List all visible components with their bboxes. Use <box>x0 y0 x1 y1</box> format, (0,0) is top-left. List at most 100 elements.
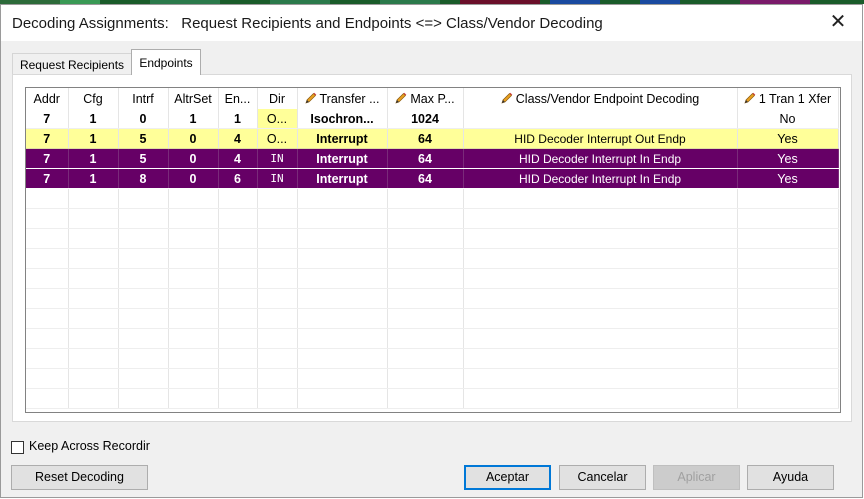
table-cell[interactable]: Yes <box>737 148 839 169</box>
table-cell[interactable]: 4 <box>218 128 258 149</box>
empty-cell <box>737 208 839 229</box>
table-cell[interactable]: 0 <box>168 148 219 169</box>
table-row[interactable]: 7 1 0 1 1 O... Isochron... 1024 No <box>26 109 839 129</box>
table-cell[interactable]: 0 <box>168 168 219 189</box>
empty-cell <box>168 308 219 329</box>
table-cell[interactable]: 1 <box>218 109 258 129</box>
table-row[interactable]: 7 1 5 0 4 IN Interrupt 64 HID Decoder Interrupt … <box>26 148 839 169</box>
empty-cell <box>737 348 839 369</box>
empty-cell <box>68 348 119 369</box>
column-header[interactable]: En... <box>218 88 258 109</box>
table-cell[interactable]: O... <box>257 109 298 129</box>
keep-across-checkbox[interactable] <box>11 441 24 454</box>
table-cell[interactable] <box>463 109 738 129</box>
table-cell[interactable]: No <box>737 109 839 129</box>
table-cell[interactable]: 1024 <box>387 109 464 129</box>
table-cell[interactable]: 7 <box>26 168 69 189</box>
column-header[interactable]: Class/Vendor Endpoint Decoding <box>463 88 738 109</box>
empty-cell <box>387 208 464 229</box>
table-cell[interactable]: 0 <box>168 128 219 149</box>
empty-cell <box>68 248 119 269</box>
table-cell[interactable]: 1 <box>68 148 119 169</box>
empty-cell <box>118 288 169 309</box>
grid-body: 7 1 0 1 1 O... Isochron... 1024 No 7 1 5 0 4 O... Inter… <box>26 109 839 409</box>
empty-cell <box>387 388 464 409</box>
empty-cell <box>218 288 258 309</box>
help-button[interactable]: Ayuda <box>747 465 834 490</box>
empty-cell <box>737 188 839 209</box>
table-cell[interactable]: HID Decoder Interrupt Out Endp <box>463 128 738 149</box>
table-cell[interactable]: IN <box>257 148 298 169</box>
empty-cell <box>68 208 119 229</box>
column-header[interactable]: Cfg <box>68 88 119 109</box>
column-header[interactable]: Addr <box>26 88 69 109</box>
column-header[interactable]: Intrf <box>118 88 169 109</box>
accept-button[interactable]: Aceptar <box>464 465 551 490</box>
table-cell[interactable]: 0 <box>118 109 169 129</box>
empty-row <box>26 388 839 409</box>
table-cell[interactable]: 1 <box>68 168 119 189</box>
table-cell[interactable]: IN <box>257 168 298 189</box>
table-cell[interactable]: 64 <box>387 148 464 169</box>
table-cell[interactable]: 4 <box>218 148 258 169</box>
tab-endpoints[interactable]: Endpoints <box>131 49 201 75</box>
table-cell[interactable]: 6 <box>218 168 258 189</box>
table-row[interactable]: 7 1 5 0 4 O... Interrupt 64 HID Decoder Interrup… <box>26 128 839 149</box>
tab-request-recipients[interactable]: Request Recipients <box>12 53 132 74</box>
empty-cell <box>297 388 388 409</box>
table-cell[interactable]: Interrupt <box>297 148 388 169</box>
empty-cell <box>168 348 219 369</box>
table-cell[interactable]: Yes <box>737 128 839 149</box>
empty-cell <box>218 248 258 269</box>
cancel-button[interactable]: Cancelar <box>559 465 646 490</box>
empty-cell <box>118 188 169 209</box>
table-cell[interactable]: Isochron... <box>297 109 388 129</box>
empty-cell <box>168 268 219 289</box>
column-header-label: Dir <box>269 91 285 106</box>
empty-cell <box>118 208 169 229</box>
column-header[interactable]: Dir <box>257 88 298 109</box>
table-cell[interactable]: 7 <box>26 148 69 169</box>
column-header-label: En... <box>224 91 251 106</box>
empty-cell <box>387 308 464 329</box>
column-header[interactable]: 1 Tran 1 Xfer <box>737 88 839 109</box>
empty-cell <box>737 288 839 309</box>
table-cell[interactable]: HID Decoder Interrupt In Endp <box>463 148 738 169</box>
empty-cell <box>218 188 258 209</box>
table-cell[interactable]: 1 <box>168 109 219 129</box>
table-cell[interactable]: Interrupt <box>297 168 388 189</box>
table-row[interactable]: 7 1 8 0 6 IN Interrupt 64 HID Decoder Interrupt … <box>26 168 839 189</box>
table-cell[interactable]: HID Decoder Interrupt In Endp <box>463 168 738 189</box>
table-cell[interactable]: 7 <box>26 109 69 129</box>
column-header[interactable]: Transfer ... <box>297 88 388 109</box>
empty-cell <box>463 228 738 249</box>
empty-cell <box>168 208 219 229</box>
reset-decoding-button[interactable]: Reset Decoding <box>11 465 148 490</box>
table-cell[interactable]: 5 <box>118 148 169 169</box>
empty-cell <box>218 228 258 249</box>
table-cell[interactable]: 8 <box>118 168 169 189</box>
table-cell[interactable]: 64 <box>387 128 464 149</box>
empty-cell <box>737 328 839 349</box>
table-cell[interactable]: 1 <box>68 109 119 129</box>
empty-cell <box>218 328 258 349</box>
empty-cell <box>26 328 69 349</box>
table-cell[interactable]: Yes <box>737 168 839 189</box>
keep-across-label: Keep Across Recordir <box>29 439 150 453</box>
table-cell[interactable]: 64 <box>387 168 464 189</box>
column-header[interactable]: Max P... <box>387 88 464 109</box>
empty-cell <box>463 348 738 369</box>
empty-cell <box>257 268 298 289</box>
table-cell[interactable]: O... <box>257 128 298 149</box>
table-cell[interactable]: 7 <box>26 128 69 149</box>
endpoints-grid[interactable]: Addr Cfg Intrf AltrSet En... Dir Transfer ... M… <box>25 87 841 413</box>
empty-cell <box>118 228 169 249</box>
table-cell[interactable]: Interrupt <box>297 128 388 149</box>
empty-cell <box>463 268 738 289</box>
empty-cell <box>26 228 69 249</box>
empty-cell <box>297 308 388 329</box>
table-cell[interactable]: 5 <box>118 128 169 149</box>
table-cell[interactable]: 1 <box>68 128 119 149</box>
column-header[interactable]: AltrSet <box>168 88 219 109</box>
close-icon[interactable]: ✕ <box>828 12 848 32</box>
